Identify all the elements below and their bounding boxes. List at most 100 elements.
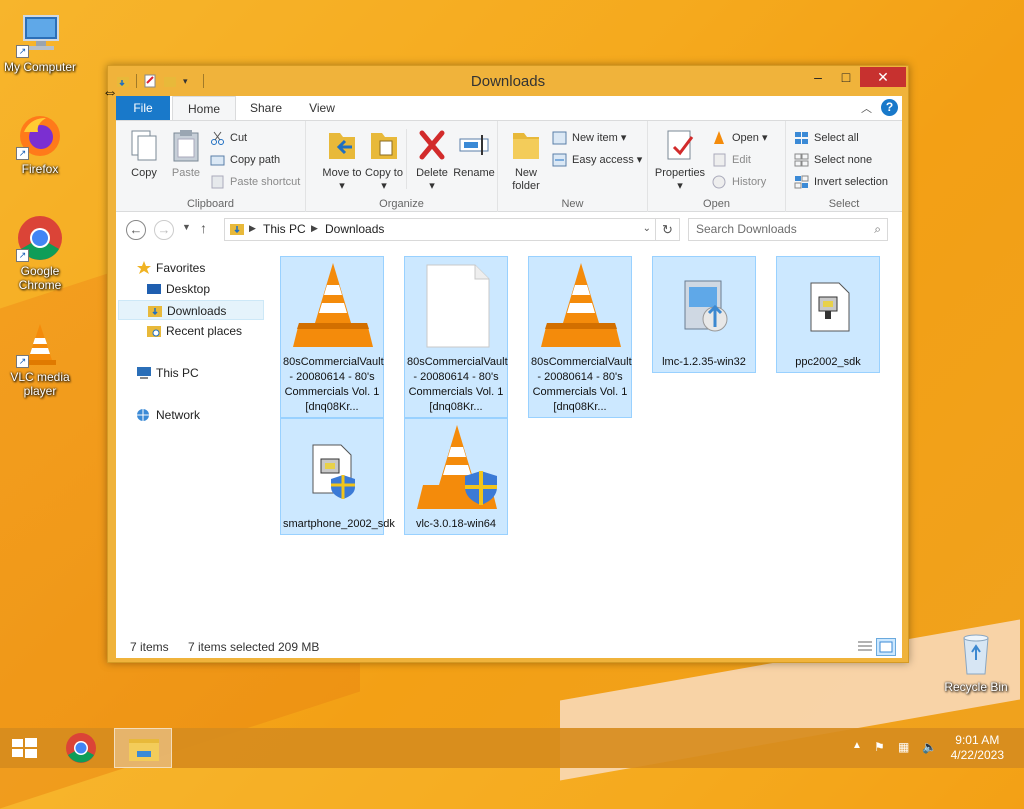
navigation-pane: Favorites Desktop Downloads Recent place…	[116, 248, 276, 636]
paste-shortcut-label: Paste shortcut	[230, 176, 301, 188]
desktop-icon-vlc[interactable]: ↗ VLC media player	[0, 320, 80, 398]
up-button[interactable]: ↑	[200, 220, 207, 236]
network-icon	[136, 408, 152, 422]
selected-count: 7 items selected	[188, 640, 275, 654]
breadcrumb-chevron[interactable]: ▶	[249, 223, 256, 234]
recent-places-icon	[146, 324, 162, 338]
search-input[interactable]: Search Downloads ⌕	[688, 218, 888, 241]
select-all-icon	[794, 131, 809, 145]
refresh-button[interactable]: ↻	[656, 218, 680, 241]
move-to-button[interactable]: Move to ▾	[320, 127, 364, 193]
nav-downloads[interactable]: Downloads	[118, 300, 264, 320]
select-none-button[interactable]: Select none	[794, 151, 872, 169]
separator	[406, 129, 407, 189]
taskbar-file-explorer[interactable]	[114, 728, 172, 768]
cut-button[interactable]: Cut	[210, 129, 247, 147]
collapse-ribbon-icon[interactable]: ︿	[861, 100, 872, 116]
chevron-up-icon[interactable]: ▲	[852, 740, 862, 751]
breadcrumb-chevron[interactable]: ▶	[311, 223, 318, 234]
new-folder-label: New folder	[512, 167, 540, 192]
chevron-down-icon[interactable]: ⌄	[643, 223, 651, 234]
file-tile[interactable]: ppc2002_sdk	[776, 256, 880, 373]
nav-network[interactable]: Network	[136, 405, 200, 425]
properties-button[interactable]: Properties ▾	[652, 127, 708, 193]
select-all-button[interactable]: Select all	[794, 129, 859, 147]
copy-button[interactable]: Copy	[122, 127, 166, 180]
start-button[interactable]	[0, 728, 48, 768]
title-bar[interactable]: ▾ Downloads – □ ✕	[108, 66, 908, 96]
paste-label: Paste	[171, 167, 201, 179]
clock[interactable]: 9:01 AM 4/22/2023	[951, 733, 1004, 763]
breadcrumb-this-pc[interactable]: This PC	[263, 222, 306, 236]
new-folder-button[interactable]: New folder	[504, 127, 548, 193]
ribbon: Copy Paste Cut Copy path Paste shortcut …	[116, 120, 902, 213]
computer-icon	[136, 366, 152, 380]
invert-selection-button[interactable]: Invert selection	[794, 173, 888, 191]
copy-to-button[interactable]: Copy to ▾	[362, 127, 406, 193]
file-name: 80sCommercialVault - 20080614 - 80's Com…	[283, 356, 384, 413]
volume-icon[interactable]: 🔈	[922, 740, 937, 754]
desktop-icon-recycle-bin[interactable]: Recycle Bin	[936, 630, 1016, 694]
nav-desktop[interactable]: Desktop	[146, 279, 210, 299]
file-tile[interactable]: vlc-3.0.18-win64	[404, 418, 508, 535]
select-none-icon	[794, 153, 809, 167]
file-tile[interactable]: smartphone_2002_sdk	[280, 418, 395, 535]
nav-this-pc[interactable]: This PC	[136, 363, 199, 383]
explorer-window: ▾ Downloads – □ ✕ File Home Share View ︿…	[107, 65, 909, 663]
back-button[interactable]: ←	[126, 220, 146, 240]
ribbon-tabs: File Home Share View ︿ ?	[116, 96, 902, 121]
nav-recent-places[interactable]: Recent places	[146, 321, 242, 341]
details-view-icon[interactable]	[856, 639, 874, 655]
open-button[interactable]: Open ▾	[712, 129, 768, 147]
copy-path-label: Copy path	[230, 154, 281, 166]
edit-button[interactable]: Edit	[712, 151, 751, 169]
firefox-icon: ↗	[16, 112, 64, 160]
tab-view[interactable]: View	[296, 96, 348, 120]
file-tile[interactable]: 80sCommercialVault - 20080614 - 80's Com…	[528, 256, 632, 418]
installer-icon	[653, 257, 755, 355]
recent-locations-icon[interactable]: ▼	[182, 222, 191, 232]
navigation-bar: ← → ▼ ↑ ▶ This PC ▶ Downloads ⌄ ↻ Search…	[116, 212, 902, 248]
delete-button[interactable]: Delete ▾	[410, 127, 454, 193]
desktop-icon-firefox[interactable]: ↗ Firefox	[0, 112, 80, 176]
tab-file[interactable]: File	[116, 96, 170, 120]
paste-shortcut-icon	[210, 175, 225, 189]
desktop-icon-label: VLC media player	[10, 370, 70, 398]
maximize-button[interactable]: □	[832, 67, 860, 87]
copy-path-button[interactable]: Copy path	[210, 151, 280, 169]
help-icon[interactable]: ?	[881, 99, 898, 116]
paste-shortcut-button[interactable]: Paste shortcut	[210, 173, 300, 191]
resize-cursor-icon: ⇔	[102, 84, 118, 101]
scissors-icon	[210, 131, 225, 145]
rename-button[interactable]: Rename	[452, 127, 496, 180]
network-status-icon[interactable]: ▦	[898, 740, 909, 754]
history-button[interactable]: History	[712, 173, 766, 191]
easy-access-icon	[552, 153, 567, 167]
close-button[interactable]: ✕	[860, 67, 906, 87]
file-tile[interactable]: 80sCommercialVault - 20080614 - 80's Com…	[280, 256, 384, 418]
desktop-icon-chrome[interactable]: ↗ Google Chrome	[0, 214, 80, 292]
breadcrumb-downloads[interactable]: Downloads	[325, 222, 384, 236]
large-icons-view-icon[interactable]	[876, 638, 896, 656]
group-label: Organize	[379, 198, 424, 210]
taskbar-chrome[interactable]	[52, 728, 110, 768]
easy-access-button[interactable]: Easy access ▾	[552, 151, 642, 169]
file-tile[interactable]: 80sCommercialVault - 20080614 - 80's Com…	[404, 256, 508, 418]
vlc-icon	[529, 257, 631, 355]
minimize-button[interactable]: –	[804, 67, 832, 87]
desktop-icon-my-computer[interactable]: ↗ My Computer	[0, 10, 80, 74]
address-bar[interactable]: ▶ This PC ▶ Downloads ⌄	[224, 218, 656, 241]
computer-icon: ↗	[16, 10, 64, 58]
cut-label: Cut	[230, 132, 248, 144]
file-name: 80sCommercialVault - 20080614 - 80's Com…	[531, 356, 632, 413]
action-center-icon[interactable]: ⚑	[874, 740, 885, 754]
forward-button[interactable]: →	[154, 220, 174, 240]
file-tile[interactable]: lmc-1.2.35-win32	[652, 256, 756, 373]
nav-favorites[interactable]: Favorites	[136, 258, 205, 278]
group-label: New	[561, 198, 584, 210]
tab-share[interactable]: Share	[240, 96, 292, 120]
new-item-button[interactable]: New item ▾	[552, 129, 626, 147]
properties-label: Properties ▾	[654, 167, 706, 192]
paste-button[interactable]: Paste	[164, 127, 208, 180]
tab-home[interactable]: Home	[172, 96, 236, 121]
